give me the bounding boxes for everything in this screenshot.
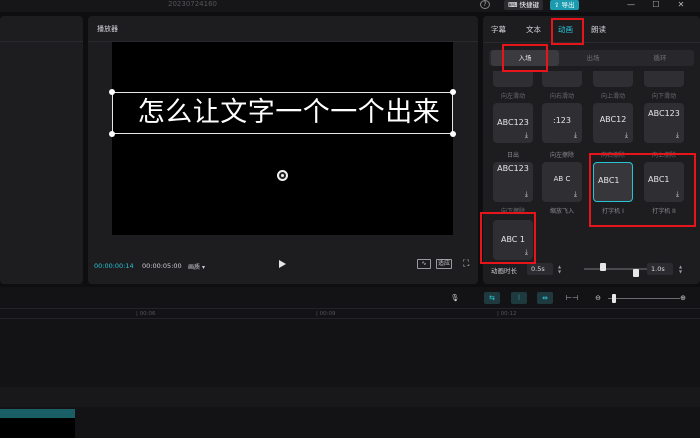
rotate-icon[interactable] <box>277 170 288 181</box>
download-icon[interactable]: ⤓ <box>625 131 628 140</box>
duration-end-input[interactable]: 1.0s <box>647 263 673 275</box>
anim-preview: AB C <box>553 175 571 183</box>
player-title: 播放器 <box>88 16 478 42</box>
title-bar: 20230724160 ? ⌨ 快捷键 ⇪ 导出 — ☐ ✕ <box>0 0 700 12</box>
anim-label: 日出 <box>506 152 519 159</box>
media-panel <box>0 16 83 284</box>
keyboard-icon: ⌨ <box>508 1 520 9</box>
anim-cell-slide-left[interactable] <box>493 71 533 87</box>
annotation-box-typewriter <box>589 153 696 227</box>
total-time: 00:00:05:00 <box>142 262 182 270</box>
close-icon[interactable]: ✕ <box>676 0 686 10</box>
anim-cell[interactable]: ABC12 ⤓ <box>593 103 633 143</box>
stepper-icon[interactable]: ▲ ▼ <box>679 264 682 274</box>
microphone-icon[interactable]: 🎙 <box>450 292 460 304</box>
resize-handle-tl[interactable] <box>109 89 115 95</box>
annotation-box-in-subtab <box>502 44 548 72</box>
subtab-loop[interactable]: 循环 <box>626 50 694 66</box>
download-icon[interactable]: ⤓ <box>574 131 577 140</box>
duration-label: 动画时长 <box>491 267 517 275</box>
duration-start-input[interactable]: 0.5s <box>527 263 553 275</box>
chevron-down-icon: ▾ <box>201 264 205 271</box>
ratio-button[interactable]: 适应 <box>436 259 452 269</box>
snap-icon[interactable]: ⇹ <box>537 292 553 304</box>
player-panel: 播放器 怎么让文字一个一个出来 00:00:00:14 00:00:05:00 … <box>88 16 478 284</box>
anim-preview: ABC123 <box>497 164 529 173</box>
link-clips-icon[interactable]: ⇆ <box>484 292 500 304</box>
anim-cell[interactable]: ABC123 ⤓ <box>644 103 684 143</box>
duration-start-knob[interactable] <box>599 263 606 271</box>
anim-cell[interactable]: ABC123 ⤓ <box>493 162 533 202</box>
play-icon[interactable] <box>279 260 286 268</box>
export-icon: ⇪ <box>554 1 562 9</box>
current-time: 00:00:00:14 <box>94 262 134 270</box>
resize-handle-bl[interactable] <box>109 131 115 137</box>
ruler-tick: | 00:12 <box>497 311 517 317</box>
anim-preview: :123 <box>553 116 571 125</box>
anim-label: 向右滑动 <box>549 93 574 100</box>
stepper-icon[interactable]: ▲ ▼ <box>558 264 561 274</box>
anim-cell-slide-right[interactable] <box>542 71 582 87</box>
tab-text[interactable]: 文本 <box>526 24 541 35</box>
shortcut-button[interactable]: ⌨ 快捷键 <box>504 0 543 10</box>
download-icon[interactable]: ⤓ <box>574 190 577 199</box>
anim-label: 向左擦除 <box>549 152 574 159</box>
export-label: 导出 <box>561 1 575 9</box>
split-icon[interactable]: ⊢⊣ <box>565 292 579 304</box>
anim-cell[interactable]: ABC123 ⤓ <box>493 103 533 143</box>
zoom-in-icon[interactable]: ⊕ <box>677 292 689 304</box>
annotation-box-cell <box>480 212 536 264</box>
resize-handle-br[interactable] <box>450 131 456 137</box>
video-editor-window: 20230724160 ? ⌨ 快捷键 ⇪ 导出 — ☐ ✕ 播放器 怎么让文字… <box>0 0 700 438</box>
export-button[interactable]: ⇪ 导出 <box>550 0 579 10</box>
tab-read-aloud[interactable]: 朗读 <box>591 24 606 35</box>
property-tabs: 字幕 文本 动画 朗读 <box>483 16 700 43</box>
subtab-out[interactable]: 出场 <box>559 50 627 66</box>
duration-end-knob[interactable] <box>632 269 639 277</box>
download-icon[interactable]: ⤓ <box>525 131 528 140</box>
timeline-track[interactable] <box>0 387 700 407</box>
zoom-slider-track[interactable] <box>608 298 680 299</box>
anim-cell[interactable]: :123 ⤓ <box>542 103 582 143</box>
preview-canvas[interactable] <box>112 42 453 235</box>
anim-preview: ABC12 <box>599 115 627 124</box>
anim-label: 缩放飞入 <box>549 208 574 215</box>
caption-text[interactable]: 怎么让文字一个一个出来 <box>124 96 454 130</box>
magnet-icon[interactable]: ⦚ <box>511 292 527 304</box>
quality-dropdown[interactable]: 画质 ▾ <box>188 262 205 271</box>
media-panel-header <box>0 16 83 42</box>
download-icon[interactable]: ⤓ <box>525 190 528 199</box>
waveform-icon[interactable]: ∿ <box>417 259 431 269</box>
window-title: 20230724160 <box>168 0 217 8</box>
timeline-ruler[interactable]: | 00:06 | 00:09 | 00:12 <box>0 309 700 319</box>
ruler-tick: | 00:06 <box>136 311 156 317</box>
timeline-panel: 🎙 ⇆ ⦚ ⇹ ⊢⊣ ⊖ ⊕ | 00:06 | 00:09 | 00:12 <box>0 287 700 438</box>
help-circle-icon[interactable]: ? <box>480 0 490 9</box>
quality-label: 画质 <box>188 264 201 271</box>
anim-preview: ABC123 <box>497 118 529 127</box>
anim-label: 向上滑动 <box>600 93 625 100</box>
timeline-toolbar: 🎙 ⇆ ⦚ ⇹ ⊢⊣ ⊖ ⊕ <box>0 287 700 309</box>
anim-label: 向下滑动 <box>651 93 676 100</box>
resize-handle-tr[interactable] <box>450 89 456 95</box>
anim-cell[interactable]: AB C ⤓ <box>542 162 582 202</box>
timeline-clip[interactable] <box>0 409 75 438</box>
download-icon[interactable]: ⤓ <box>676 131 679 140</box>
anim-label: 向左滑动 <box>500 93 525 100</box>
annotation-box-animation-tab <box>551 18 584 45</box>
anim-cell-slide-down[interactable] <box>644 71 684 87</box>
fullscreen-icon[interactable]: ⛶ <box>463 259 469 269</box>
zoom-out-icon[interactable]: ⊖ <box>592 292 604 304</box>
ruler-tick: | 00:09 <box>316 311 336 317</box>
maximize-icon[interactable]: ☐ <box>651 0 661 10</box>
anim-cell-slide-up[interactable] <box>593 71 633 87</box>
tab-subtitle[interactable]: 字幕 <box>491 24 506 35</box>
zoom-slider-knob[interactable] <box>612 294 616 303</box>
minimize-icon[interactable]: — <box>626 0 636 10</box>
shortcut-label: 快捷键 <box>519 1 539 9</box>
anim-preview: ABC123 <box>648 109 680 118</box>
